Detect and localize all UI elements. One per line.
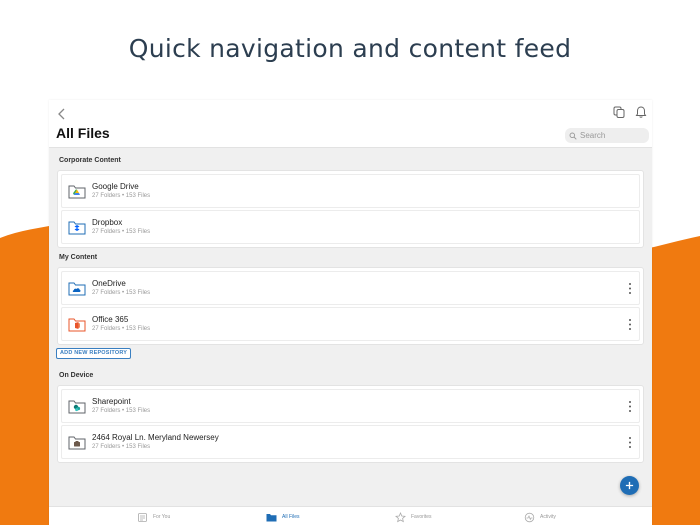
- tab-favorites[interactable]: Favorites: [395, 511, 432, 523]
- marketing-headline: Quick navigation and content feed: [128, 34, 572, 63]
- top-bar: All Files: [49, 100, 652, 148]
- corporate-content-card: Google Drive 27 Folders • 153 Files Drop…: [57, 170, 644, 248]
- tab-activity[interactable]: Activity: [524, 511, 556, 523]
- list-item[interactable]: Google Drive 27 Folders • 153 Files: [61, 174, 640, 208]
- tab-label: For You: [153, 514, 171, 520]
- on-device-card: Sharepoint 27 Folders • 153 Files 2464 R…: [57, 385, 644, 463]
- more-options-icon[interactable]: [627, 436, 633, 449]
- copy-icon[interactable]: [612, 105, 626, 119]
- item-name: OneDrive: [92, 279, 126, 288]
- dropbox-folder-icon: [68, 221, 86, 235]
- for-you-icon: [138, 512, 147, 522]
- list-item[interactable]: Sharepoint 27 Folders • 153 Files: [61, 389, 640, 423]
- my-content-card: OneDrive 27 Folders • 153 Files Office 3…: [57, 267, 644, 345]
- tab-label: Activity: [540, 514, 556, 520]
- onedrive-folder-icon: [68, 282, 86, 296]
- tab-label: All Files: [282, 514, 300, 520]
- device-folder-icon: [68, 436, 86, 450]
- sharepoint-folder-icon: [68, 400, 86, 414]
- item-name: Office 365: [92, 315, 129, 324]
- item-meta: 27 Folders • 153 Files: [92, 444, 151, 450]
- folder-icon: [266, 513, 277, 521]
- activity-icon: [524, 512, 535, 522]
- back-chevron-icon[interactable]: [54, 106, 70, 122]
- search-icon: [569, 132, 577, 140]
- section-label-corporate: Corporate Content: [59, 157, 121, 164]
- office365-folder-icon: [68, 318, 86, 332]
- section-label-on-device: On Device: [59, 372, 94, 379]
- app-window: All Files Corporate Content Google Drive…: [49, 100, 652, 525]
- search-box[interactable]: [565, 128, 649, 143]
- page-title: All Files: [56, 125, 110, 141]
- item-name: Sharepoint: [92, 397, 131, 406]
- more-options-icon[interactable]: [627, 318, 633, 331]
- item-meta: 27 Folders • 153 Files: [92, 290, 151, 296]
- add-new-repository-button[interactable]: ADD NEW REPOSITORY: [56, 348, 132, 359]
- item-name: Google Drive: [92, 182, 139, 191]
- more-options-icon[interactable]: [627, 282, 633, 295]
- item-meta: 27 Folders • 153 Files: [92, 229, 151, 235]
- more-options-icon[interactable]: [627, 400, 633, 413]
- tab-all-files[interactable]: All Files: [266, 511, 300, 523]
- plus-icon: [625, 481, 634, 490]
- item-meta: 27 Folders • 153 Files: [92, 408, 151, 414]
- list-item[interactable]: Dropbox 27 Folders • 153 Files: [61, 210, 640, 244]
- list-item[interactable]: 2464 Royal Ln. Meryland Newersey 27 Fold…: [61, 425, 640, 459]
- item-name: Dropbox: [92, 218, 123, 227]
- item-meta: 27 Folders • 153 Files: [92, 193, 151, 199]
- item-name: 2464 Royal Ln. Meryland Newersey: [92, 433, 219, 442]
- list-item[interactable]: OneDrive 27 Folders • 153 Files: [61, 271, 640, 305]
- item-meta: 27 Folders • 153 Files: [92, 326, 151, 332]
- list-item[interactable]: Office 365 27 Folders • 153 Files: [61, 307, 640, 341]
- search-input[interactable]: [580, 131, 640, 140]
- star-icon: [395, 511, 406, 522]
- add-fab-button[interactable]: [620, 476, 639, 495]
- tab-label: Favorites: [411, 514, 432, 520]
- section-label-my-content: My Content: [59, 254, 98, 261]
- bottom-tab-bar: For You All Files Favorites Activity: [49, 506, 652, 525]
- bell-icon[interactable]: [634, 105, 648, 119]
- google-drive-folder-icon: [68, 185, 86, 199]
- tab-for-you[interactable]: For You: [137, 511, 170, 523]
